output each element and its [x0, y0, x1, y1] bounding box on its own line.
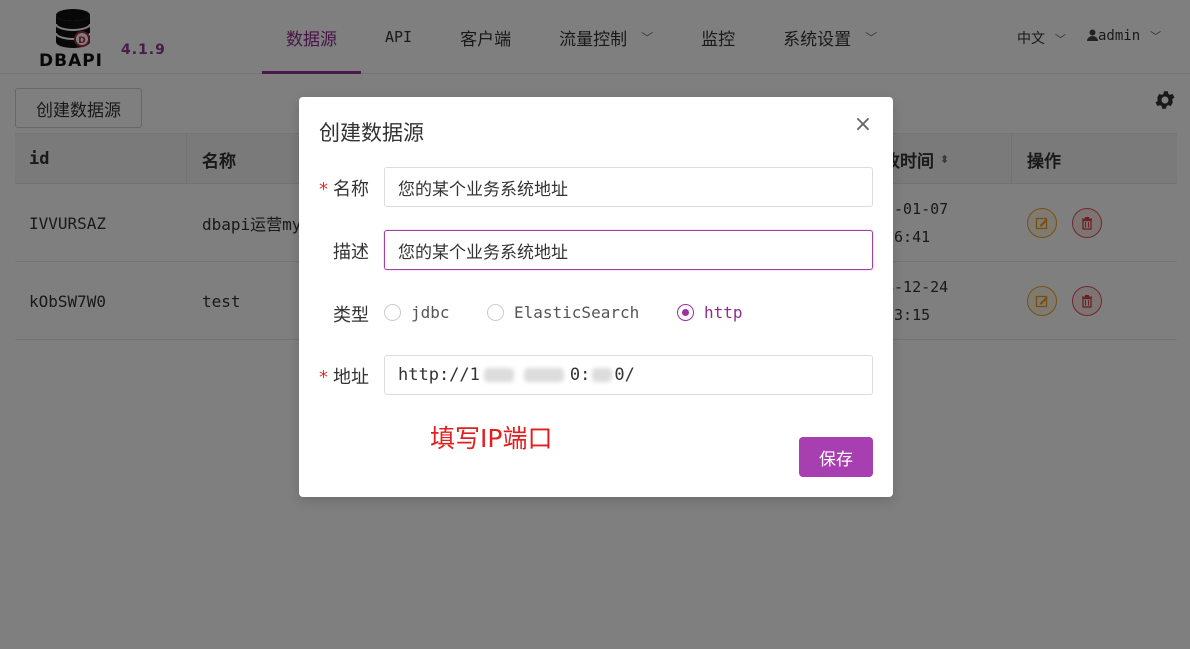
name-label: * 名称	[319, 175, 369, 201]
address-label-text: 地址	[333, 367, 369, 388]
type-label: 类型	[333, 305, 369, 326]
address-suffix: 0/	[614, 365, 635, 385]
save-button[interactable]: 保存	[799, 437, 873, 477]
name-label-text: 名称	[333, 179, 369, 200]
radio-label: http	[704, 303, 743, 322]
redacted-segment	[592, 368, 613, 382]
radio-circle	[384, 304, 401, 321]
radio-http[interactable]: http	[677, 303, 743, 322]
close-icon[interactable]: ×	[853, 114, 873, 136]
description-label: 描述	[333, 242, 369, 263]
radio-circle	[677, 304, 694, 321]
radio-label: ElasticSearch	[514, 303, 640, 322]
address-mid: 0:	[569, 365, 591, 385]
required-marker: *	[319, 179, 328, 200]
annotation-text: 填写IP端口	[430, 424, 553, 453]
redacted-segment	[523, 368, 564, 382]
description-input[interactable]: 您的某个业务系统地址	[384, 230, 873, 270]
address-prefix: http://1	[398, 365, 480, 385]
radio-label: jdbc	[411, 303, 450, 322]
address-label: * 地址	[319, 363, 369, 389]
address-input[interactable]: http://1 0: 0/	[384, 355, 873, 395]
dialog-title: 创建数据源	[319, 121, 424, 145]
radio-elasticsearch[interactable]: ElasticSearch	[487, 303, 639, 322]
redacted-segment	[483, 368, 514, 382]
name-input[interactable]: 您的某个业务系统地址	[384, 167, 873, 207]
radio-circle	[487, 304, 504, 321]
radio-jdbc[interactable]: jdbc	[384, 303, 450, 322]
required-marker: *	[319, 367, 328, 388]
create-datasource-dialog: 创建数据源 × * 名称 您的某个业务系统地址 描述 您的某个业务系统地址 类型 …	[299, 97, 893, 497]
